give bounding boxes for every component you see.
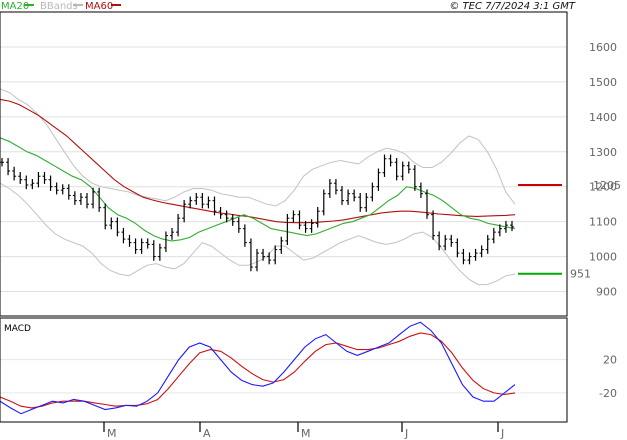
level-label: 951 — [570, 268, 591, 281]
macd-series — [0, 321, 516, 415]
macd-line — [0, 321, 516, 415]
x-tick-label: J — [404, 427, 408, 440]
x-tick-label: M — [301, 427, 311, 440]
price-tick-label: 900 — [596, 286, 617, 299]
x-axis: MAMJJ — [0, 421, 567, 440]
legend: MA20 BBands MA60 — [1, 1, 121, 12]
macd-ticks: 20 -20 — [599, 354, 617, 400]
macd-tick-label: -20 — [599, 387, 617, 400]
legend-ma20-label: MA20 — [1, 1, 29, 12]
price-tick-label: 1300 — [589, 146, 617, 159]
legend-ma60-label: MA60 — [85, 1, 113, 12]
price-tick-label: 1100 — [589, 216, 617, 229]
x-tick-label: J — [500, 427, 504, 440]
bbands-upper-line — [0, 88, 516, 207]
ma20-line — [0, 137, 516, 242]
legend-bbands-label: BBands — [40, 1, 78, 12]
macd-panel: 20 -20 MACD — [0, 317, 617, 423]
copyright-text: © TEC 7/7/2024 3:1 GMT — [449, 1, 576, 12]
x-tick-label: M — [107, 427, 117, 440]
price-tick-label: 1400 — [589, 111, 617, 124]
price-tick-label: 1500 — [589, 76, 617, 89]
price-levels: 1205 951 — [518, 179, 621, 281]
macd-title: MACD — [4, 324, 31, 334]
level-label: 1205 — [593, 179, 621, 192]
macd-signal-line — [0, 332, 516, 409]
ma60-line — [0, 98, 516, 224]
macd-panel-border — [0, 317, 568, 423]
price-ticks: 9001000110012001300140015001600 — [589, 41, 617, 299]
price-tick-label: 1600 — [589, 41, 617, 54]
x-tick-label: A — [203, 427, 211, 440]
price-panel: 9001000110012001300140015001600 1205951 — [0, 11, 621, 317]
macd-tick-label: 20 — [603, 354, 617, 367]
price-panel-border — [0, 11, 568, 317]
chart-canvas: MA20 BBands MA60 © TEC 7/7/2024 3:1 GMT … — [0, 1, 621, 440]
price-tick-label: 1000 — [589, 251, 617, 264]
chart-stage: MA20 BBands MA60 © TEC 7/7/2024 3:1 GMT … — [0, 0, 627, 440]
